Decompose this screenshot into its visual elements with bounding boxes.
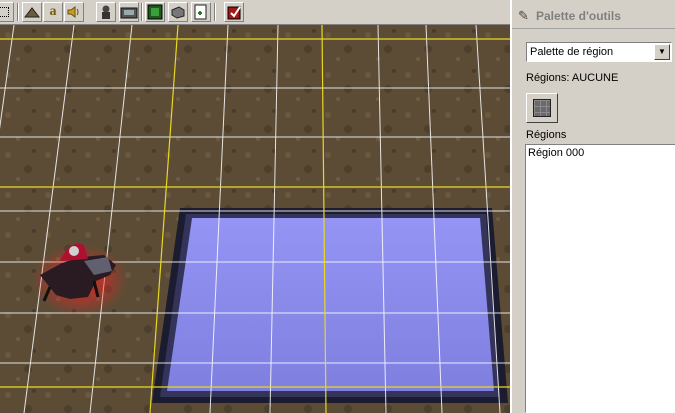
map-viewport[interactable] bbox=[0, 25, 510, 413]
import-icon bbox=[194, 4, 207, 20]
toolbar-separator bbox=[17, 3, 19, 21]
terrain-grid bbox=[0, 25, 510, 413]
object-editor-button[interactable] bbox=[168, 2, 188, 22]
import-manager-button[interactable] bbox=[191, 2, 211, 22]
regions-list-label: Régions bbox=[526, 129, 567, 141]
test-map-button[interactable] bbox=[224, 2, 244, 22]
unit-palette-button[interactable] bbox=[96, 2, 116, 22]
region-icon bbox=[533, 99, 551, 117]
main-toolbar: a bbox=[0, 0, 510, 25]
trigger-editor-icon bbox=[147, 4, 163, 20]
list-item[interactable]: Région 000 bbox=[528, 147, 584, 159]
terrain-palette-button[interactable] bbox=[22, 2, 42, 22]
region-000[interactable] bbox=[152, 208, 508, 403]
regions-status-label: Régions: AUCUNE bbox=[526, 72, 619, 84]
palette-icon: ✎ bbox=[518, 8, 529, 23]
doodad-palette-button[interactable]: a bbox=[43, 2, 63, 22]
palette-type-dropdown[interactable]: Palette de région ▼ bbox=[526, 42, 672, 62]
select-icon bbox=[0, 7, 9, 17]
trigger-editor-button[interactable] bbox=[145, 2, 165, 22]
hero-unit[interactable] bbox=[32, 243, 128, 316]
unit-icon bbox=[102, 5, 110, 19]
sound-palette-button[interactable] bbox=[64, 2, 84, 22]
camera-palette-button[interactable] bbox=[119, 2, 139, 22]
select-tool-button[interactable] bbox=[0, 2, 14, 22]
palette-title-bar[interactable]: ✎ Palette d'outils bbox=[512, 4, 675, 29]
object-editor-icon bbox=[171, 6, 185, 19]
sound-icon bbox=[67, 6, 79, 18]
terrain-icon bbox=[24, 7, 40, 18]
new-region-button[interactable] bbox=[526, 93, 558, 123]
chevron-down-icon[interactable]: ▼ bbox=[654, 44, 670, 60]
regions-listbox[interactable]: Région 000 bbox=[525, 144, 675, 413]
palette-title: Palette d'outils bbox=[536, 9, 621, 23]
dropdown-value: Palette de région bbox=[530, 46, 614, 58]
toolbar-separator bbox=[141, 3, 143, 21]
test-map-icon bbox=[227, 6, 241, 20]
doodad-icon: a bbox=[49, 4, 57, 19]
camera-icon bbox=[120, 7, 138, 19]
toolbar-separator bbox=[214, 3, 216, 21]
tool-palette-panel: ✎ Palette d'outils Palette de région ▼ R… bbox=[510, 0, 675, 413]
